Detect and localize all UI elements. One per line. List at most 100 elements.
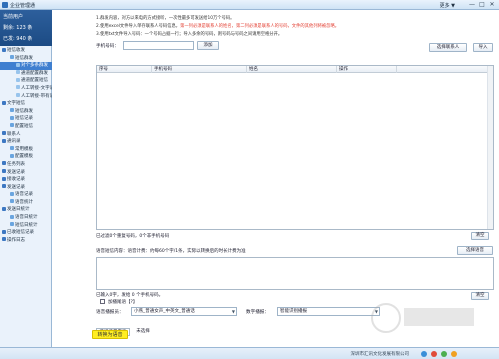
nav-item-icon	[2, 169, 6, 173]
nav-item[interactable]: 短信记录	[0, 115, 52, 123]
nav-item-icon	[2, 47, 6, 52]
nav-item-icon	[2, 100, 6, 105]
nav-item[interactable]: 已收短信记录	[0, 229, 52, 237]
nav-item-label: 短信记录	[15, 116, 33, 122]
voice-content-textarea[interactable]	[96, 257, 494, 290]
more-menu-button[interactable]: 更多 ▼	[440, 2, 455, 9]
nav-item[interactable]: 常用模板	[0, 146, 52, 154]
nav-item-icon	[16, 85, 20, 90]
nav-item[interactable]: 短信收发	[0, 47, 52, 55]
tab-none-selected[interactable]: 未选择	[131, 328, 155, 336]
nav-item-icon	[2, 138, 6, 143]
table-header: 序号 手机号码 姓名 操作	[97, 66, 493, 73]
nav-item-label: 人工转接-文字语音群发	[21, 85, 52, 91]
voice-anchor-label: 语音播报员：	[96, 310, 124, 315]
nav-item-icon	[2, 176, 6, 181]
tail-voice-label: 加播尾语【?】	[108, 300, 138, 305]
nav-item-icon	[2, 131, 6, 136]
nav-item[interactable]: 短信群发	[0, 108, 52, 116]
nav-item-icon	[10, 146, 14, 151]
chevron-down-icon: ▼	[231, 309, 235, 314]
close-button[interactable]: ✕	[487, 1, 497, 9]
clear-text-button[interactable]: 清空	[471, 292, 489, 300]
nav-item-label: 人工转接-带有语音群发	[21, 93, 52, 99]
add-button[interactable]: 添加	[197, 41, 219, 50]
qq-icon[interactable]	[421, 351, 427, 357]
nav-item[interactable]: 操作日志	[0, 237, 52, 245]
nav-item[interactable]: 发送日统计	[0, 206, 52, 214]
voice-anchor-select[interactable]: 小燕_普通女声_中英文_普通话 ▼	[131, 307, 237, 316]
company-name: 深圳市汇讯文化发展有限公司	[350, 352, 410, 357]
nav-item-icon	[16, 77, 20, 82]
clear-list-button[interactable]: 清空	[471, 232, 489, 240]
digit-broadcast-label: 数字播报：	[246, 310, 269, 315]
nav-item[interactable]: 联系人	[0, 131, 52, 139]
nav-item[interactable]: 发送记录	[0, 169, 52, 177]
user-panel: 当前用户 剩余: 123 条 已发: 940 条	[0, 10, 52, 46]
nav-item[interactable]: 配置短信	[0, 123, 52, 131]
nav-item-label: 通道配置群发	[21, 70, 48, 76]
maximize-button[interactable]: □	[477, 1, 487, 9]
nav-item-label: 发送记录	[7, 169, 25, 175]
instruction-line-3: 3.使用txt文件导入号码：一个号码占据一行；导入多余的号码，则号码与号码之间请…	[96, 32, 283, 37]
nav-item[interactable]: 通讯录	[0, 138, 52, 146]
nav-item-icon	[10, 191, 14, 196]
nav-item-icon	[10, 214, 14, 219]
nav-item-label: 发送日统计	[7, 207, 30, 213]
col-phone: 手机号码	[152, 66, 247, 73]
convert-to-voice-button[interactable]: 转换为语音	[92, 330, 128, 339]
select-contacts-button[interactable]: 选择联系人	[429, 43, 467, 52]
instruction-line-1: 1.群发内容，对方以来电的方式接听，一次性最多可发送给10万个号码。	[96, 16, 235, 21]
nav-item-label: 通讯录	[7, 139, 21, 145]
nav-item[interactable]: 接收记录	[0, 176, 52, 184]
balance-count: 剩余: 123 条	[3, 25, 33, 31]
wechat-icon[interactable]	[441, 351, 447, 357]
filter-note: 已过滤0个重复号码，0个非手机号码	[96, 234, 170, 239]
nav-item-label: 操作日志	[7, 237, 25, 243]
nav-item-icon	[2, 229, 6, 234]
nav-item[interactable]: 对个多条群发	[0, 62, 52, 70]
nav-item-icon	[10, 222, 14, 227]
phone-number-input[interactable]	[123, 41, 194, 50]
col-index: 序号	[97, 66, 152, 73]
nav-item[interactable]: 配置模板	[0, 153, 52, 161]
nav-item-icon	[10, 108, 14, 113]
nav-item[interactable]: 语音记录	[0, 191, 52, 199]
nav-item[interactable]: 通道配置短信	[0, 77, 52, 85]
tail-voice-checkbox[interactable]	[100, 299, 105, 304]
table-scrollbar[interactable]	[487, 66, 493, 229]
nav-item[interactable]: 通道配置群发	[0, 70, 52, 78]
nav-item-label: 语音记录	[15, 192, 33, 198]
nav-item-label: 语音日统计	[15, 215, 38, 221]
phone-table: 序号 手机号码 姓名 操作	[96, 65, 494, 230]
import-button[interactable]: 导入	[473, 43, 493, 52]
nav-item[interactable]: 人工转接-文字语音群发	[0, 85, 52, 93]
nav-item[interactable]: 任务列表	[0, 161, 52, 169]
nav-item-icon	[16, 93, 20, 98]
nav-item[interactable]: 发送记录	[0, 184, 52, 192]
nav-tree: 短信收发短信群发对个多条群发通道配置群发通道配置短信人工转接-文字语音群发人工转…	[0, 47, 52, 244]
nav-item[interactable]: 语音统计	[0, 199, 52, 207]
nav-item-label: 短信日统计	[15, 222, 38, 228]
help-icon[interactable]	[451, 351, 457, 357]
nav-item-icon	[2, 161, 6, 166]
digit-broadcast-select[interactable]: 智能识别播报 ▼	[277, 307, 380, 316]
nav-item[interactable]: 文字短信	[0, 100, 52, 108]
nav-item-label: 对个多条群发	[21, 63, 48, 69]
nav-item-icon	[2, 184, 6, 189]
sent-count: 已发: 940 条	[3, 36, 33, 42]
select-voice-button[interactable]: 选择语音	[457, 246, 493, 255]
nav-item[interactable]: 短信日统计	[0, 222, 52, 230]
instruction-line-2: 2.使用excel文件导入单存联系人号码信息，第一列必须是联系人的姓名，第二列必…	[96, 24, 340, 29]
nav-item-icon	[2, 206, 6, 211]
minimize-button[interactable]: —	[467, 1, 477, 9]
nav-item[interactable]: 语音日统计	[0, 214, 52, 222]
nav-item-label: 通道配置短信	[21, 78, 48, 84]
current-user-label: 当前用户	[3, 14, 24, 20]
nav-item[interactable]: 人工转接-带有语音群发	[0, 93, 52, 101]
app-logo-icon	[2, 2, 8, 8]
weibo-icon[interactable]	[431, 351, 437, 357]
nav-item[interactable]: 短信群发	[0, 55, 52, 63]
nav-item-label: 常用模板	[15, 146, 33, 152]
nav-item-icon	[10, 199, 14, 204]
